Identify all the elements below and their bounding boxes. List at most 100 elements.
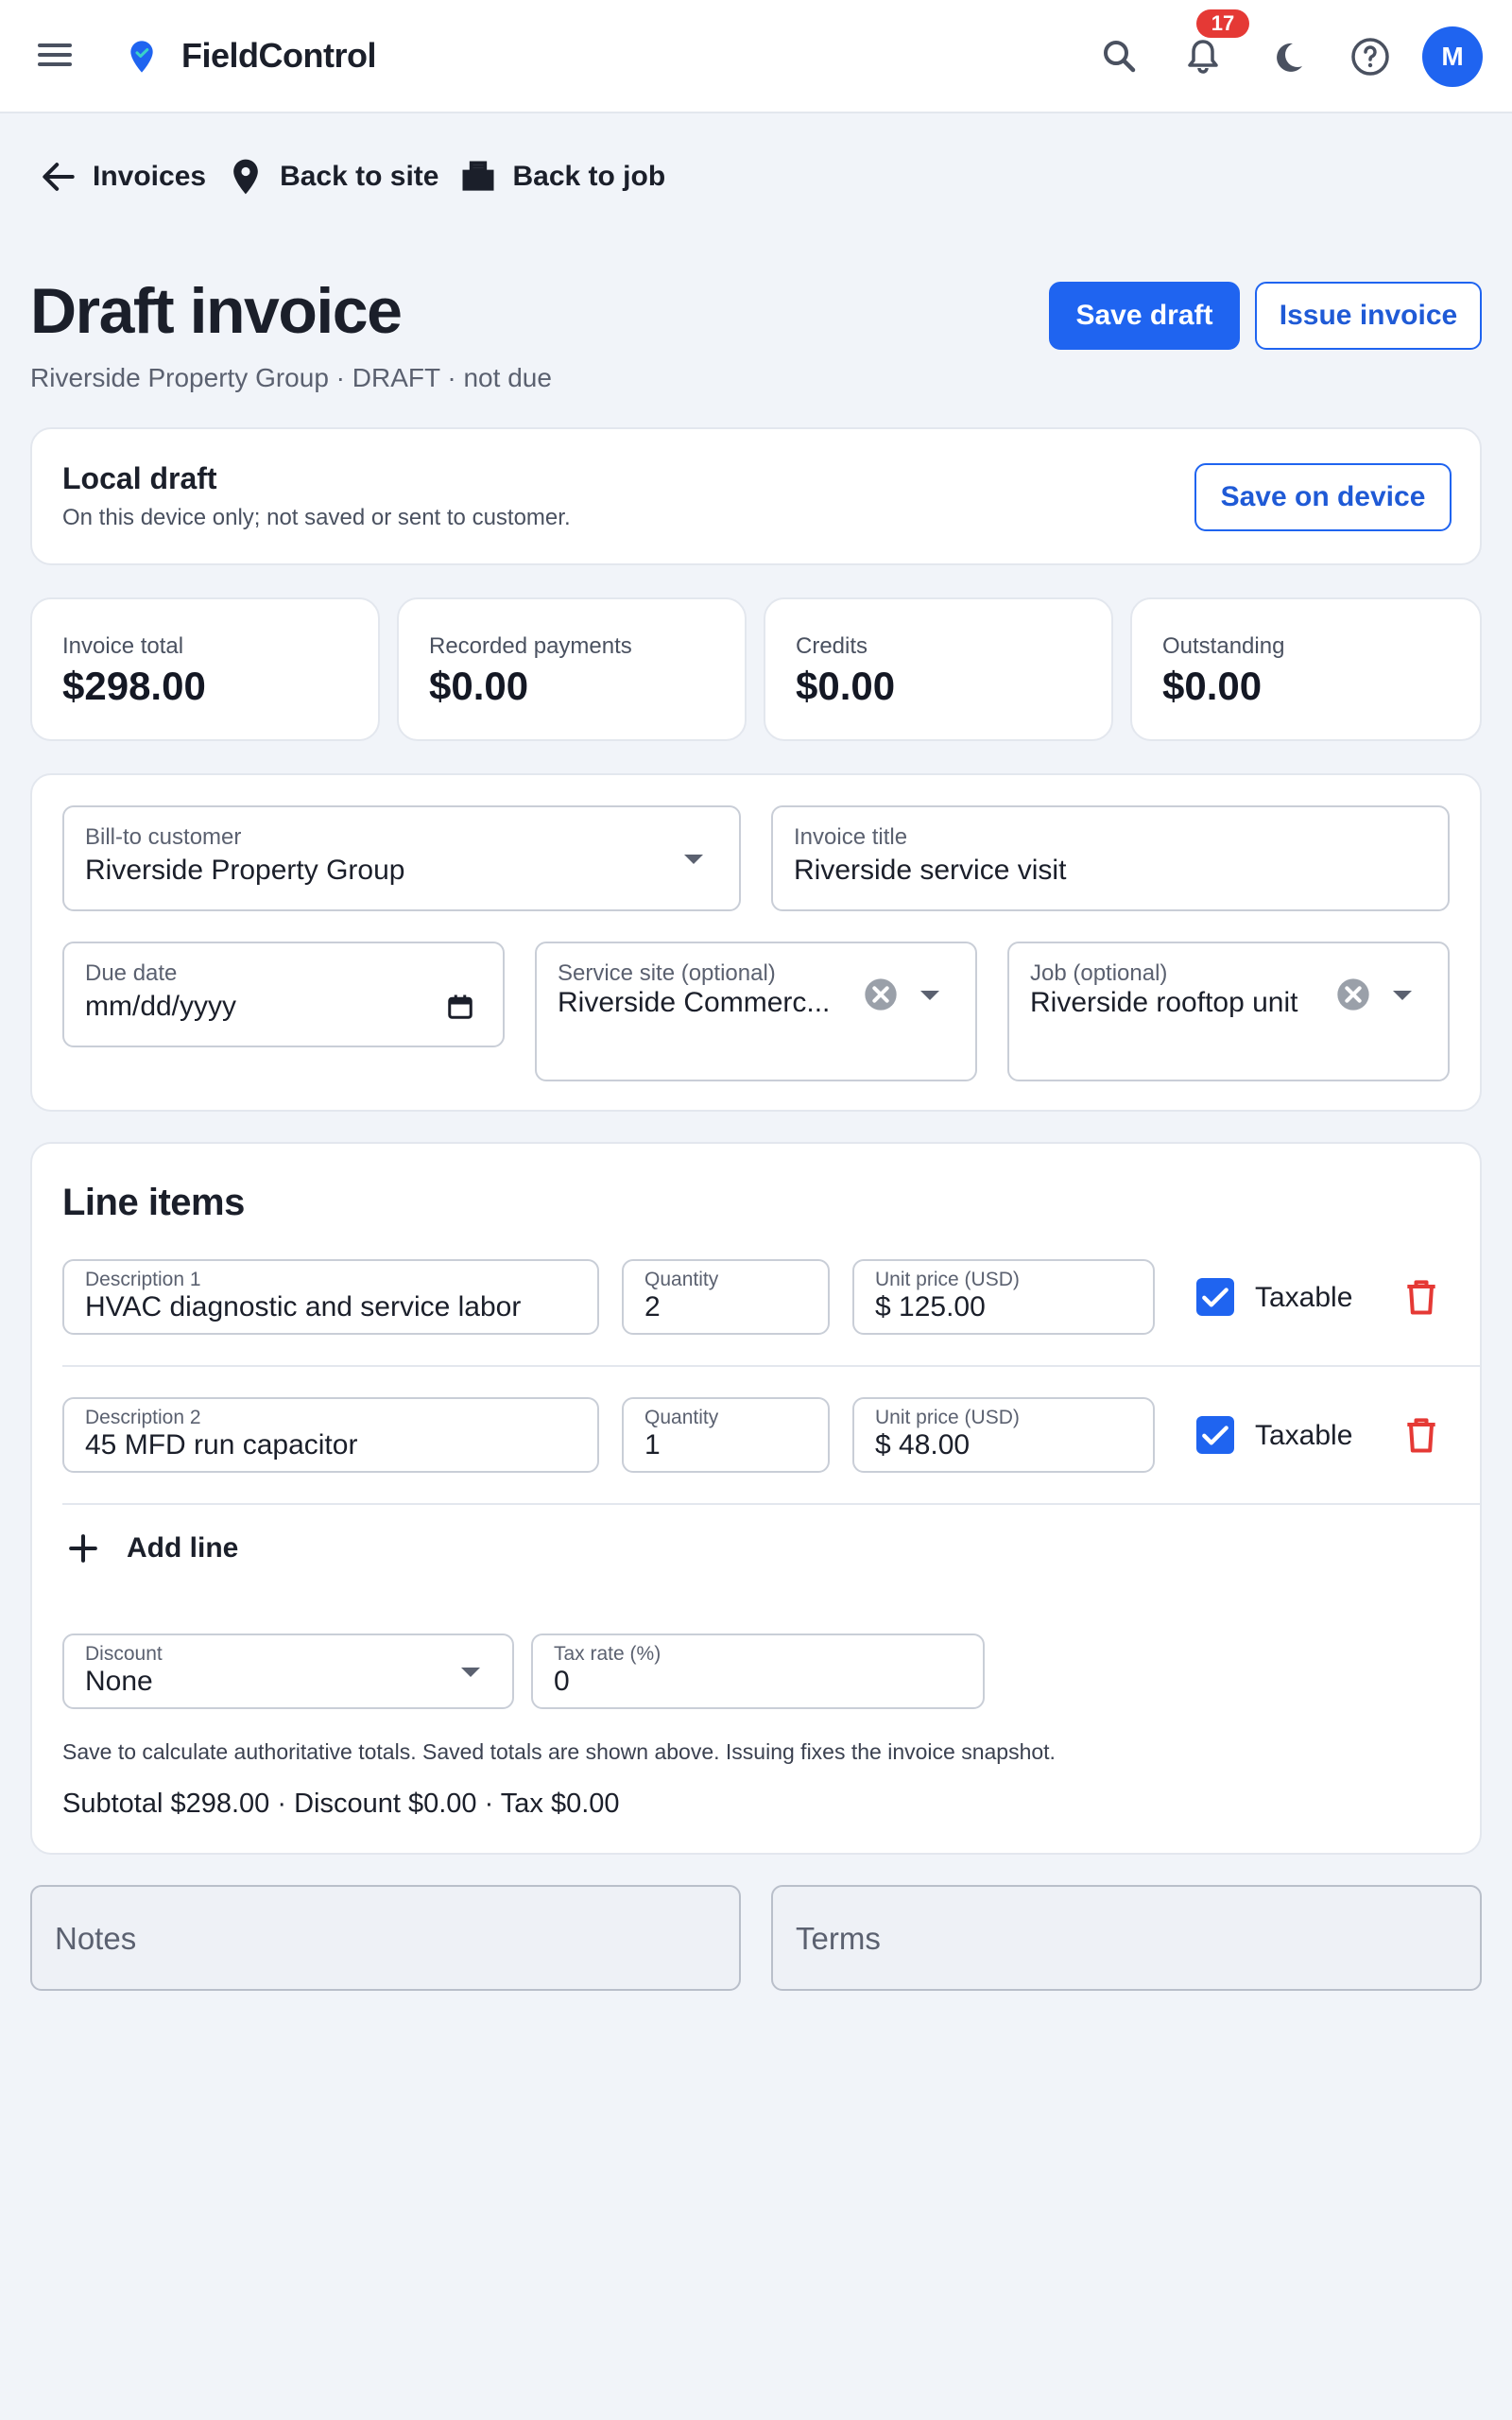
invoices-link-label: Invoices — [93, 161, 207, 192]
taxable-checkbox[interactable] — [1196, 1416, 1234, 1454]
stat-label: Invoice total — [62, 633, 184, 659]
description-label: Description 1 — [85, 1269, 201, 1290]
issue-invoice-button[interactable]: Issue invoice — [1255, 282, 1482, 350]
save-draft-button[interactable]: Save draft — [1049, 282, 1240, 350]
add-line-button[interactable]: Add line — [62, 1528, 238, 1569]
stat-recorded-payments: Recorded payments $0.00 — [397, 597, 747, 741]
due-date-value: mm/dd/yyyy — [85, 991, 237, 1022]
stat-label: Outstanding — [1162, 633, 1285, 659]
discount-select[interactable]: Discount None — [62, 1634, 514, 1709]
moon-icon[interactable] — [1259, 28, 1315, 85]
description-value: HVAC diagnostic and service labor — [85, 1291, 522, 1322]
quantity-label: Quantity — [644, 1407, 719, 1428]
calendar-icon[interactable] — [446, 993, 474, 1021]
menu-icon[interactable] — [34, 38, 79, 76]
bill-to-value: Riverside Property Group — [85, 855, 405, 886]
back-to-site-label: Back to site — [280, 161, 439, 192]
save-on-device-button[interactable]: Save on device — [1194, 463, 1452, 531]
description-label: Description 2 — [85, 1407, 201, 1428]
due-date-label: Due date — [85, 960, 178, 986]
line-items-heading: Line items — [62, 1182, 245, 1223]
search-icon[interactable] — [1091, 28, 1148, 85]
avatar[interactable]: M — [1422, 26, 1483, 87]
invoice-title-field[interactable]: Invoice title Riverside service visit — [771, 805, 1450, 911]
line-quantity-field[interactable]: Quantity 1 — [622, 1397, 830, 1473]
tax-rate-label: Tax rate (%) — [554, 1643, 662, 1665]
stat-label: Recorded payments — [429, 633, 632, 659]
unit-price-label: Unit price (USD) — [875, 1269, 1020, 1290]
job-label: Job (optional) — [1030, 960, 1168, 986]
notes-placeholder: Notes — [55, 1921, 137, 1956]
chevron-down-icon — [461, 1668, 480, 1677]
local-draft-description: On this device only; not saved or sent t… — [62, 505, 571, 530]
tax-rate-field[interactable]: Tax rate (%) 0 — [531, 1634, 985, 1709]
page-subtitle: Riverside Property Group · DRAFT · not d… — [30, 363, 552, 392]
add-line-label: Add line — [127, 1532, 239, 1564]
unit-price-value: $ 48.00 — [875, 1429, 971, 1461]
brand-name: FieldControl — [181, 36, 376, 75]
quantity-value: 2 — [644, 1291, 661, 1322]
clear-icon[interactable] — [862, 976, 900, 1013]
notification-badge: 17 — [1196, 9, 1249, 38]
service-site-select[interactable]: Service site (optional) Riverside Commer… — [535, 942, 977, 1081]
bill-to-customer-select[interactable]: Bill-to customer Riverside Property Grou… — [62, 805, 741, 911]
line-quantity-field[interactable]: Quantity 2 — [622, 1259, 830, 1335]
quantity-label: Quantity — [644, 1269, 719, 1290]
totals-summary: Subtotal $298.00 · Discount $0.00 · Tax … — [62, 1789, 620, 1819]
notes-textarea[interactable]: Notes — [30, 1885, 741, 1991]
divider — [62, 1365, 1482, 1367]
taxable-checkbox[interactable] — [1196, 1278, 1234, 1316]
discount-value: None — [85, 1666, 153, 1697]
invoice-title-value: Riverside service visit — [794, 855, 1067, 886]
due-date-field[interactable]: Due date mm/dd/yyyy — [62, 942, 505, 1047]
taxable-label: Taxable — [1255, 1420, 1353, 1451]
line-description-field[interactable]: Description 1 HVAC diagnostic and servic… — [62, 1259, 599, 1335]
invoice-details-card: Bill-to customer Riverside Property Grou… — [30, 773, 1482, 1112]
local-draft-title: Local draft — [62, 461, 217, 495]
app-bar: FieldControl 17 M — [0, 0, 1512, 113]
back-to-site-link[interactable]: Back to site — [225, 156, 438, 198]
briefcase-icon — [462, 161, 494, 191]
line-description-field[interactable]: Description 2 45 MFD run capacitor — [62, 1397, 599, 1473]
quantity-value: 1 — [644, 1429, 661, 1461]
tax-rate-value: 0 — [554, 1666, 570, 1697]
chevron-down-icon — [920, 991, 939, 1000]
help-icon[interactable] — [1342, 28, 1399, 85]
local-draft-card: Local draft On this device only; not sav… — [30, 427, 1482, 565]
checkmark-icon — [1202, 1426, 1228, 1445]
stat-value: $0.00 — [429, 664, 529, 708]
breadcrumb: Invoices Back to site Back to job — [38, 153, 684, 200]
invoice-title-label: Invoice title — [794, 824, 908, 850]
terms-textarea[interactable]: Terms — [771, 1885, 1482, 1991]
description-value: 45 MFD run capacitor — [85, 1429, 358, 1461]
stat-value: $298.00 — [62, 664, 206, 708]
unit-price-label: Unit price (USD) — [875, 1407, 1020, 1428]
line-unit-price-field[interactable]: Unit price (USD) $ 48.00 — [852, 1397, 1155, 1473]
job-select[interactable]: Job (optional) Riverside rooftop unit — [1007, 942, 1450, 1081]
clear-icon[interactable] — [1334, 976, 1372, 1013]
stat-value: $0.00 — [796, 664, 896, 708]
trash-icon[interactable] — [1400, 1414, 1442, 1456]
location-pin-icon — [233, 159, 258, 195]
totals-note: Save to calculate authoritative totals. … — [62, 1739, 1056, 1764]
service-site-label: Service site (optional) — [558, 960, 776, 986]
stat-label: Credits — [796, 633, 868, 659]
trash-icon[interactable] — [1400, 1276, 1442, 1318]
taxable-label: Taxable — [1255, 1282, 1353, 1313]
chevron-down-icon — [684, 855, 703, 864]
arrow-left-icon — [43, 163, 75, 191]
service-site-value: Riverside Commerc... — [558, 987, 831, 1018]
bill-to-label: Bill-to customer — [85, 824, 242, 850]
back-to-job-link[interactable]: Back to job — [457, 156, 665, 198]
chevron-down-icon — [1393, 991, 1412, 1000]
stat-invoice-total: Invoice total $298.00 — [30, 597, 380, 741]
stat-value: $0.00 — [1162, 664, 1263, 708]
line-unit-price-field[interactable]: Unit price (USD) $ 125.00 — [852, 1259, 1155, 1335]
invoices-link[interactable]: Invoices — [38, 156, 206, 198]
job-value: Riverside rooftop unit — [1030, 987, 1298, 1018]
stat-outstanding: Outstanding $0.00 — [1130, 597, 1482, 741]
page-title: Draft invoice — [30, 275, 403, 347]
checkmark-icon — [1202, 1288, 1228, 1307]
location-pin-icon — [130, 41, 153, 73]
terms-placeholder: Terms — [796, 1921, 881, 1956]
